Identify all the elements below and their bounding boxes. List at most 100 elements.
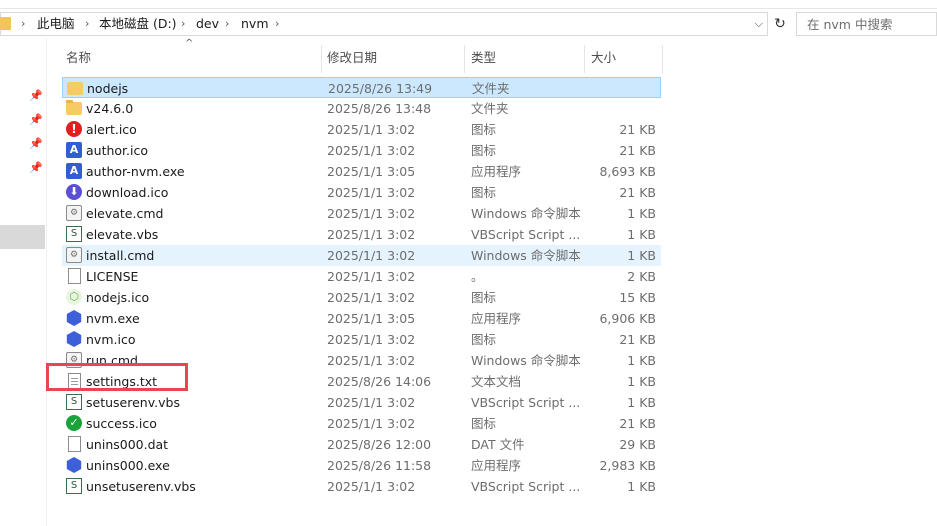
file-row[interactable]: nodejs 2025/8/26 13:49 文件夹	[62, 77, 661, 98]
refresh-icon[interactable]: ↻	[771, 12, 789, 36]
file-row[interactable]: v24.6.0 2025/8/26 13:48 文件夹	[62, 98, 661, 119]
file-row[interactable]: nvm.exe 2025/1/1 3:05 应用程序 6,906 KB	[62, 308, 661, 329]
file-icon	[68, 436, 81, 452]
breadcrumb-this-pc[interactable]: 此电脑	[37, 13, 75, 35]
breadcrumb-separator[interactable]: ›	[181, 13, 185, 35]
file-name: alert.ico	[86, 122, 137, 137]
nvm-hex-icon	[66, 310, 82, 326]
search-input[interactable]	[807, 14, 937, 34]
nav-selected-item[interactable]	[0, 225, 45, 249]
breadcrumb-local-disk[interactable]: 本地磁盘 (D:)	[99, 13, 177, 35]
file-size: 29 KB	[619, 437, 656, 452]
file-size: 1 KB	[627, 227, 656, 242]
file-size: 8,693 KB	[599, 164, 656, 179]
address-dropdown-icon[interactable]: ⌵	[755, 13, 763, 35]
file-type: 图标	[471, 185, 497, 200]
file-row[interactable]: ⚙ run.cmd 2025/1/1 3:02 Windows 命令脚本 1 KB	[62, 350, 661, 371]
file-row[interactable]: Aauthor-nvm.exe 2025/1/1 3:05 应用程序 8,693 KB	[62, 161, 661, 182]
file-name: success.ico	[86, 416, 157, 431]
alert-icon: !	[66, 121, 82, 137]
file-type: 应用程序	[471, 164, 522, 179]
folder-shortcut-icon	[67, 82, 83, 95]
cmd-file-icon: ⚙	[66, 247, 82, 263]
file-name: settings.txt	[86, 374, 158, 389]
vbs-file-icon: S	[66, 394, 82, 410]
file-size: 1 KB	[627, 374, 656, 389]
folder-icon	[0, 17, 11, 30]
file-row[interactable]: ✓ success.ico 2025/1/1 3:02 图标 21 KB	[62, 413, 661, 434]
file-row[interactable]: Sunsetuserenv.vbs 2025/1/1 3:02 VBScript S…	[62, 476, 661, 497]
file-name: LICENSE	[86, 269, 139, 284]
file-type: 图标	[471, 290, 497, 305]
breadcrumb-dev[interactable]: dev	[196, 13, 219, 35]
file-row[interactable]: Aauthor.ico 2025/1/1 3:02 图标 21 KB	[62, 140, 661, 161]
file-name: unins000.dat	[86, 437, 169, 452]
file-row[interactable]: Selevate.vbs 2025/1/1 3:02 VBScript Script…	[62, 224, 661, 245]
pin-icon: 📌	[29, 113, 43, 126]
file-row[interactable]: unins000.exe 2025/8/26 11:58 应用程序 2,983 KB	[62, 455, 661, 476]
file-name: unsetuserenv.vbs	[86, 479, 196, 494]
file-date: 2025/8/26 13:49	[328, 81, 433, 96]
file-size: 1 KB	[627, 395, 656, 410]
author-exe-icon: A	[66, 163, 82, 179]
file-date: 2025/8/26 11:58	[327, 458, 432, 473]
file-date: 2025/1/1 3:02	[327, 206, 416, 221]
breadcrumb-nvm[interactable]: nvm	[241, 13, 269, 35]
breadcrumb-separator[interactable]: ›	[275, 13, 279, 35]
search-box[interactable]	[796, 12, 937, 36]
file-row[interactable]: ⬡ nodejs.ico 2025/1/1 3:02 图标 15 KB	[62, 287, 661, 308]
file-type: 文件夹	[472, 81, 510, 96]
file-name: nodejs	[87, 81, 129, 96]
file-row[interactable]: LICENSE 2025/1/1 3:02 。 2 KB	[62, 266, 661, 287]
file-size: 21 KB	[619, 122, 656, 137]
breadcrumb-separator[interactable]: ›	[21, 13, 25, 35]
file-size: 15 KB	[619, 290, 656, 305]
file-row[interactable]: nvm.ico 2025/1/1 3:02 图标 21 KB	[62, 329, 661, 350]
file-type: 应用程序	[471, 311, 522, 326]
column-divider[interactable]	[584, 45, 585, 73]
download-icon: ⬇	[66, 184, 82, 200]
column-header-name[interactable]: 名称	[66, 46, 91, 70]
file-row[interactable]: settings.txt 2025/8/26 14:06 文本文档 1 KB	[62, 371, 661, 392]
author-icon: A	[66, 142, 82, 158]
sort-ascending-icon: ^	[185, 38, 194, 49]
file-row[interactable]: ⬇ download.ico 2025/1/1 3:02 图标 21 KB	[62, 182, 661, 203]
file-row[interactable]: Ssetuserenv.vbs 2025/1/1 3:02 VBScript Scr…	[62, 392, 661, 413]
file-size: 2 KB	[627, 269, 656, 284]
file-name: install.cmd	[86, 248, 155, 263]
column-divider[interactable]	[662, 45, 663, 73]
file-row[interactable]: ⚙ elevate.cmd 2025/1/1 3:02 Windows 命令脚本 1 K…	[62, 203, 661, 224]
file-row[interactable]: unins000.dat 2025/8/26 12:00 DAT 文件 29 KB	[62, 434, 661, 455]
address-bar[interactable]: › 此电脑 › 本地磁盘 (D:) › dev › nvm › ⌵	[0, 12, 768, 36]
file-date: 2025/8/26 14:06	[327, 374, 432, 389]
file-size	[582, 98, 656, 119]
file-size: 1 KB	[627, 248, 656, 263]
column-header-size[interactable]: 大小	[591, 46, 616, 70]
column-divider[interactable]	[464, 45, 465, 73]
breadcrumb-separator[interactable]: ›	[85, 13, 89, 35]
file-date: 2025/1/1 3:02	[327, 290, 416, 305]
file-type: Windows 命令脚本	[471, 353, 581, 368]
file-size: 21 KB	[619, 185, 656, 200]
file-type: 。	[471, 269, 484, 284]
file-row[interactable]: ⚙ install.cmd 2025/1/1 3:02 Windows 命令脚本 1 K…	[62, 245, 661, 266]
file-type: 应用程序	[471, 458, 522, 473]
breadcrumb-separator[interactable]: ›	[225, 13, 229, 35]
file-type: 图标	[471, 332, 497, 347]
vbs-file-icon: S	[66, 226, 82, 242]
column-header-type[interactable]: 类型	[471, 46, 496, 70]
file-size: 2,983 KB	[599, 458, 656, 473]
nodejs-icon: ⬡	[66, 289, 82, 305]
navigation-pane[interactable]: 📌 📌 📌 📌	[0, 38, 47, 526]
file-name: author.ico	[86, 143, 149, 158]
file-date: 2025/1/1 3:05	[327, 311, 416, 326]
file-date: 2025/8/26 12:00	[327, 437, 432, 452]
file-date: 2025/1/1 3:02	[327, 248, 416, 263]
file-size: 21 KB	[619, 416, 656, 431]
file-date: 2025/1/1 3:02	[327, 479, 416, 494]
column-header-date[interactable]: 修改日期	[327, 46, 377, 70]
file-row[interactable]: ! alert.ico 2025/1/1 3:02 图标 21 KB	[62, 119, 661, 140]
file-date: 2025/1/1 3:05	[327, 164, 416, 179]
file-date: 2025/1/1 3:02	[327, 353, 416, 368]
column-divider[interactable]	[321, 45, 322, 73]
